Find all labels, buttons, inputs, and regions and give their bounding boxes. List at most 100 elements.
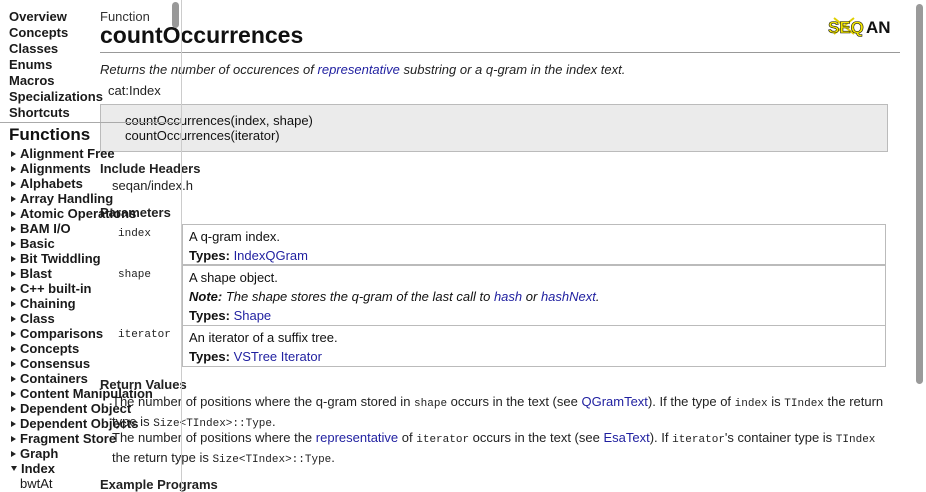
sidebar-scrollbar[interactable] bbox=[172, 2, 179, 28]
note-text: The shape stores the q-gram of the last … bbox=[225, 289, 494, 304]
collapsed-arrow-icon bbox=[11, 241, 16, 247]
param-desc: An iterator of a suffix tree. Types: VST… bbox=[182, 325, 886, 367]
sidebar-nav: Overview Concepts Classes Enums Macros S… bbox=[9, 9, 103, 121]
collapsed-arrow-icon bbox=[11, 376, 16, 382]
function-category-item[interactable]: Alignments bbox=[11, 161, 153, 176]
esatext-link[interactable]: EsaText bbox=[603, 430, 649, 445]
collapsed-arrow-icon bbox=[11, 301, 16, 307]
type-link-vstree-iterator[interactable]: VSTree Iterator bbox=[234, 349, 322, 364]
function-category-item[interactable]: Consensus bbox=[11, 356, 153, 371]
representative-link[interactable]: representative bbox=[316, 430, 398, 445]
function-category-item[interactable]: Content Manipulation bbox=[11, 386, 153, 401]
logo-text-seq: SEQ bbox=[828, 18, 864, 37]
type-link-shape[interactable]: Shape bbox=[234, 308, 272, 323]
function-category-item[interactable]: Basic bbox=[11, 236, 153, 251]
hash-link[interactable]: hash bbox=[494, 289, 522, 304]
function-category-item[interactable]: Array Handling bbox=[11, 191, 153, 206]
functions-list: Alignment Free Alignments Alphabets Array H… bbox=[11, 146, 153, 491]
function-category-label: Graph bbox=[20, 446, 59, 461]
function-category-item[interactable]: Alignment Free bbox=[11, 146, 153, 161]
sidebar-link-enums[interactable]: Enums bbox=[9, 57, 103, 73]
expanded-arrow-icon bbox=[11, 466, 17, 471]
function-category-item[interactable]: C++ built-in bbox=[11, 281, 153, 296]
return-text: 's container type is bbox=[724, 430, 836, 445]
function-category-item[interactable]: BAM I/O bbox=[11, 221, 153, 236]
function-category-label: Fragment Store bbox=[20, 431, 117, 446]
function-category-label: Alignments bbox=[20, 161, 91, 176]
function-category-item[interactable]: Class bbox=[11, 311, 153, 326]
param-desc-text: An iterator of a suffix tree. bbox=[189, 330, 338, 345]
collapsed-arrow-icon bbox=[11, 166, 16, 172]
collapsed-arrow-icon bbox=[11, 406, 16, 412]
note-label: Note: bbox=[189, 289, 223, 304]
return-text: occurs in the text (see bbox=[447, 394, 582, 409]
types-label: Types: bbox=[189, 349, 230, 364]
param-types: Types: VSTree Iterator bbox=[189, 347, 885, 366]
param-types: Types: IndexQGram bbox=[189, 246, 885, 265]
collapsed-arrow-icon bbox=[11, 346, 16, 352]
param-note: Note: The shape stores the q-gram of the… bbox=[189, 287, 885, 306]
function-category-item[interactable]: Dependent Object bbox=[11, 401, 153, 416]
function-category-label: Class bbox=[20, 311, 55, 326]
collapsed-arrow-icon bbox=[11, 196, 16, 202]
return-text: . bbox=[331, 450, 335, 465]
return-text: is bbox=[767, 394, 785, 409]
function-category-item[interactable]: Index bbox=[11, 461, 153, 476]
function-category-item[interactable]: Blast bbox=[11, 266, 153, 281]
hashnext-link[interactable]: hashNext bbox=[541, 289, 596, 304]
function-category-item[interactable]: Bit Twiddling bbox=[11, 251, 153, 266]
function-category-item[interactable]: Concepts bbox=[11, 341, 153, 356]
representative-link[interactable]: representative bbox=[318, 62, 400, 77]
param-desc-text: A shape object. bbox=[189, 270, 278, 285]
function-category-item[interactable]: Alphabets bbox=[11, 176, 153, 191]
seqan-logo[interactable]: SEQ AN bbox=[826, 12, 898, 40]
return-text: ). If the type of bbox=[647, 394, 735, 409]
note-text: . bbox=[595, 289, 600, 304]
param-desc: A shape object. Note: The shape stores t… bbox=[182, 265, 886, 326]
sidebar-link-concepts[interactable]: Concepts bbox=[9, 25, 103, 41]
types-label: Types: bbox=[189, 308, 230, 323]
main-scrollbar[interactable] bbox=[916, 4, 923, 384]
sidebar-link-specializations[interactable]: Specializations bbox=[9, 89, 103, 105]
type-link-indexqgram[interactable]: IndexQGram bbox=[234, 248, 308, 263]
function-category-label: Bit Twiddling bbox=[20, 251, 101, 266]
function-category-item[interactable]: Fragment Store bbox=[11, 431, 153, 446]
param-types: Types: Shape bbox=[189, 306, 885, 325]
function-category-label: Alphabets bbox=[20, 176, 83, 191]
function-category-label: Containers bbox=[20, 371, 88, 386]
function-category-item[interactable]: Comparisons bbox=[11, 326, 153, 341]
sidebar-link-classes[interactable]: Classes bbox=[9, 41, 103, 57]
functions-heading: Functions bbox=[9, 125, 91, 144]
collapsed-arrow-icon bbox=[11, 436, 16, 442]
collapsed-arrow-icon bbox=[11, 316, 16, 322]
function-category-item[interactable]: Atomic Operations bbox=[11, 206, 153, 221]
function-category-item[interactable]: Chaining bbox=[11, 296, 153, 311]
function-category-item[interactable]: Containers bbox=[11, 371, 153, 386]
function-category-label: Array Handling bbox=[20, 191, 114, 206]
sidebar-link-macros[interactable]: Macros bbox=[9, 73, 103, 89]
function-category-label: Alignment Free bbox=[20, 146, 115, 161]
function-category-label: Consensus bbox=[20, 356, 91, 371]
function-category-label: Dependent Objects bbox=[20, 416, 139, 431]
function-category-item[interactable]: Dependent Objects bbox=[11, 416, 153, 431]
collapsed-arrow-icon bbox=[11, 181, 16, 187]
types-label: Types: bbox=[189, 248, 230, 263]
collapsed-arrow-icon bbox=[11, 391, 16, 397]
function-category-label: BAM I/O bbox=[20, 221, 71, 236]
collapsed-arrow-icon bbox=[11, 271, 16, 277]
sidebar-link-shortcuts[interactable]: Shortcuts bbox=[9, 105, 103, 121]
function-category-label: Blast bbox=[20, 266, 52, 281]
qgramtext-link[interactable]: QGramText bbox=[581, 394, 647, 409]
function-category-label: Basic bbox=[20, 236, 55, 251]
collapsed-arrow-icon bbox=[11, 226, 16, 232]
function-item-bwtat[interactable]: bwtAt bbox=[11, 476, 153, 491]
code-text: TIndex bbox=[784, 398, 824, 410]
code-text: iterator bbox=[672, 434, 725, 446]
title-divider bbox=[100, 52, 900, 53]
param-desc-text: A q-gram index. bbox=[189, 229, 281, 244]
function-category-label: Index bbox=[21, 461, 55, 476]
function-category-item[interactable]: Graph bbox=[11, 446, 153, 461]
function-category-label: Content Manipulation bbox=[20, 386, 153, 401]
collapsed-arrow-icon bbox=[11, 361, 16, 367]
sidebar-link-overview[interactable]: Overview bbox=[9, 9, 103, 25]
